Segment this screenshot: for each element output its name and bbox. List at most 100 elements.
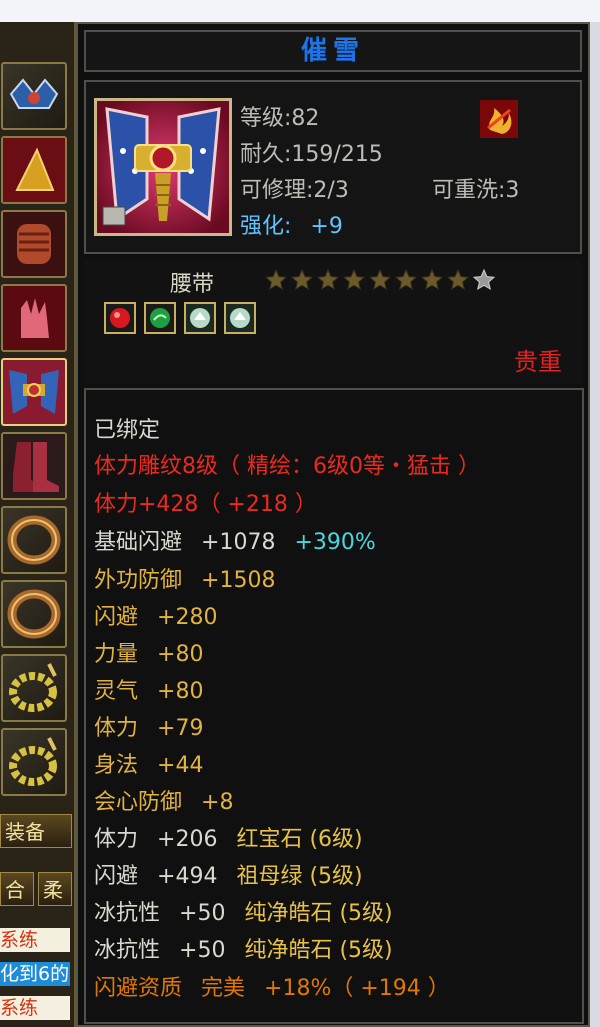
stat-value: +79 bbox=[157, 716, 204, 741]
equip-slot-ring-2[interactable] bbox=[1, 580, 67, 648]
cape-icon bbox=[3, 138, 65, 202]
aptitude-bonus: （ +194 ） bbox=[331, 976, 450, 1001]
star-filled-icon bbox=[446, 268, 470, 291]
amulet-icon bbox=[9, 663, 57, 712]
stamina-total-line: 体力+428（ +218 ） bbox=[94, 486, 317, 518]
stat-name: 力量 bbox=[94, 642, 139, 667]
stat-value: +50 bbox=[179, 901, 226, 926]
stat-value: +1078 bbox=[201, 530, 276, 555]
stat-value: +1508 bbox=[201, 568, 276, 593]
enhance-value: +9 bbox=[310, 214, 343, 239]
stat-name: 体力 bbox=[94, 827, 139, 852]
equip-slot-bracer[interactable] bbox=[1, 210, 67, 278]
item-rewashable: 可重洗:3 bbox=[432, 178, 520, 203]
gem-stat-line: 冰抗性 +50 纯净皓石 (5级) bbox=[94, 932, 393, 964]
equipment-tab-button[interactable]: 装备 bbox=[0, 814, 72, 848]
aptitude-grade: 完美 bbox=[201, 976, 246, 1001]
flame-badge-icon bbox=[480, 100, 518, 138]
boots-icon bbox=[3, 434, 65, 498]
gem-name: 纯净皓石 (5级) bbox=[244, 938, 393, 963]
stat-line: 体力 +79 bbox=[94, 710, 203, 742]
stat-value: +206 bbox=[157, 827, 218, 852]
equipment-sidebar: 装备 合 柔 系练 化到6的 系练 bbox=[0, 22, 76, 1027]
star-filled-icon bbox=[368, 268, 392, 291]
equip-slot-amulet-2[interactable] bbox=[1, 728, 67, 796]
equip-slot-cape[interactable] bbox=[1, 136, 67, 204]
item-tooltip: 催雪 等级:82 耐久:159/215 可修理:2/3 可重洗:3 强化: +9… bbox=[76, 22, 590, 1027]
equip-slot-gloves[interactable] bbox=[1, 284, 67, 352]
star-filled-icon bbox=[394, 268, 418, 291]
stat-line: 外功防御 +1508 bbox=[94, 562, 275, 594]
stat-line: 身法 +44 bbox=[94, 747, 203, 779]
star-empty-icon bbox=[472, 268, 496, 291]
stat-name: 闪避 bbox=[94, 605, 139, 630]
stat-line: 闪避 +280 bbox=[94, 599, 217, 631]
aptitude-line: 闪避资质 完美 +18%（ +194 ） bbox=[94, 970, 450, 1002]
side-text-fragment: 化到6的 bbox=[0, 962, 70, 986]
star-filled-icon bbox=[420, 268, 444, 291]
aptitude-name: 闪避资质 bbox=[94, 976, 183, 1001]
belt-icon bbox=[3, 360, 65, 424]
star-filled-icon bbox=[290, 268, 314, 291]
stat-value: +494 bbox=[157, 864, 218, 889]
stat-value: +44 bbox=[157, 753, 204, 778]
soft-button[interactable]: 柔 bbox=[38, 872, 72, 906]
stat-value: +80 bbox=[157, 679, 204, 704]
stat-name: 体力 bbox=[94, 716, 139, 741]
star-filled-icon bbox=[264, 268, 288, 291]
item-durability: 耐久:159/215 bbox=[240, 142, 383, 167]
ruby-gem-icon bbox=[104, 302, 136, 334]
ring-icon bbox=[7, 589, 61, 639]
merge-button[interactable]: 合 bbox=[0, 872, 34, 906]
enhance-label: 强化: bbox=[240, 214, 292, 239]
equip-slot-boots[interactable] bbox=[1, 432, 67, 500]
emerald-gem-icon bbox=[144, 302, 176, 334]
belt-item-icon bbox=[94, 98, 232, 236]
stat-name: 闪避 bbox=[94, 864, 139, 889]
equip-slot-belt[interactable] bbox=[1, 358, 67, 426]
item-stats-box: 已绑定 体力雕纹8级（ 精绘：6级0等・猛击 ） 体力+428（ +218 ） … bbox=[84, 388, 584, 1024]
stat-name: 冰抗性 bbox=[94, 938, 161, 963]
bound-status: 已绑定 bbox=[94, 418, 161, 443]
stat-extra: +390% bbox=[294, 530, 376, 555]
stat-name: 会心防御 bbox=[94, 790, 183, 815]
stat-line: 灵气 +80 bbox=[94, 673, 203, 705]
stat-line: 基础闪避 +1078 +390% bbox=[94, 524, 376, 556]
item-enhance: 强化: +9 bbox=[240, 208, 343, 240]
stat-value: +280 bbox=[157, 605, 218, 630]
stat-value: +80 bbox=[157, 642, 204, 667]
right-edge-strip bbox=[590, 22, 600, 1027]
pure-gem-icon bbox=[224, 302, 256, 334]
star-filled-icon bbox=[316, 268, 340, 291]
stamina-bonus: （ +218 ） bbox=[198, 492, 317, 517]
gem-stat-line: 闪避 +494 祖母绿 (5级) bbox=[94, 858, 363, 890]
stat-name: 身法 bbox=[94, 753, 139, 778]
top-strip bbox=[0, 0, 600, 22]
side-text-fragment: 系练 bbox=[0, 996, 70, 1020]
item-type: 腰带 bbox=[170, 272, 215, 297]
item-type-box: 腰带 贵重 bbox=[84, 260, 582, 384]
pure-gem-icon bbox=[184, 302, 216, 334]
gem-stat-line: 冰抗性 +50 纯净皓石 (5级) bbox=[94, 895, 393, 927]
gem-name: 祖母绿 (5级) bbox=[236, 864, 363, 889]
stat-name: 外功防御 bbox=[94, 568, 183, 593]
equip-slot-ring-1[interactable] bbox=[1, 506, 67, 574]
stamina-total: 体力+428 bbox=[94, 492, 199, 517]
stat-value: +8 bbox=[201, 790, 234, 815]
headwear-icon bbox=[9, 78, 59, 109]
gloves-icon bbox=[3, 286, 65, 350]
stat-line: 会心防御 +8 bbox=[94, 784, 233, 816]
gem-stat-line: 体力 +206 红宝石 (6级) bbox=[94, 821, 363, 853]
amulet-icon bbox=[9, 737, 57, 786]
equip-slot-amulet-1[interactable] bbox=[1, 654, 67, 722]
star-filled-icon bbox=[342, 268, 366, 291]
item-rarity: 贵重 bbox=[514, 348, 562, 376]
stat-value: +50 bbox=[179, 938, 226, 963]
bracer-icon bbox=[3, 212, 65, 276]
item-info-box: 等级:82 耐久:159/215 可修理:2/3 可重洗:3 强化: +9 bbox=[84, 80, 582, 254]
equip-slot-headwear[interactable] bbox=[1, 62, 67, 130]
stat-name: 基础闪避 bbox=[94, 530, 183, 555]
stat-line: 力量 +80 bbox=[94, 636, 203, 668]
aptitude-value: +18% bbox=[264, 976, 332, 1001]
engrave-line: 体力雕纹8级（ 精绘：6级0等・猛击 ） bbox=[94, 454, 480, 479]
